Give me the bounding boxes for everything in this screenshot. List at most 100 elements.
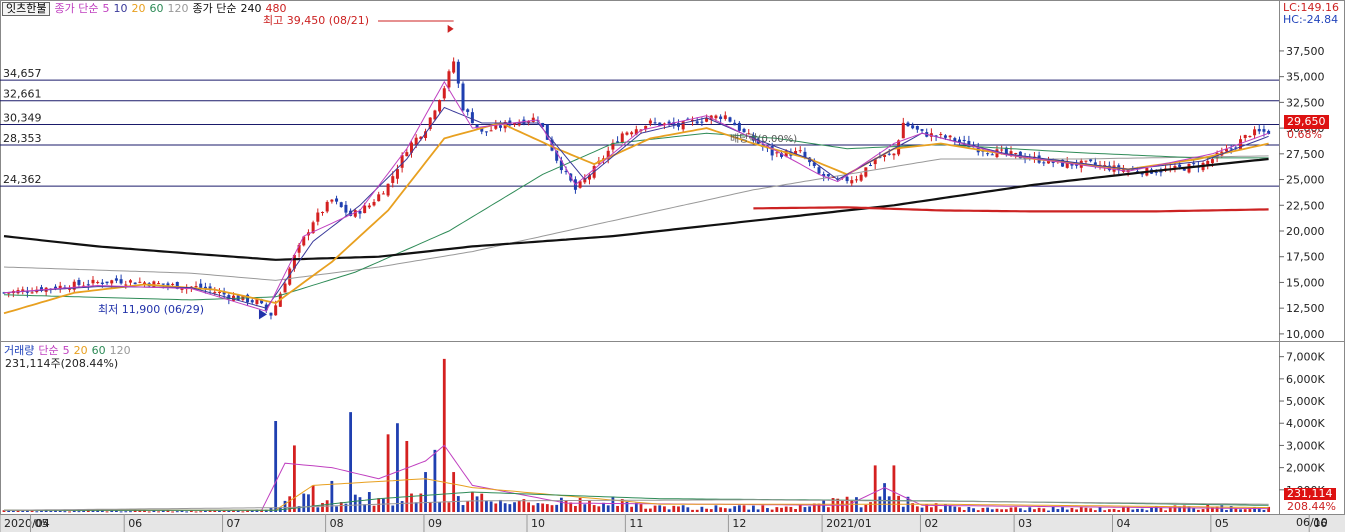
month-label: 2021/01 bbox=[826, 517, 872, 530]
candle-body bbox=[986, 153, 990, 155]
volume-bar bbox=[105, 511, 109, 513]
candle-body bbox=[695, 121, 699, 124]
ma-line-120 bbox=[3, 155, 1269, 281]
candle-body bbox=[321, 212, 324, 214]
volume-bar bbox=[976, 510, 980, 512]
volume-bar bbox=[784, 506, 788, 512]
volume-bar bbox=[494, 503, 498, 512]
volume-bar bbox=[569, 502, 573, 512]
volume-bar bbox=[606, 505, 610, 512]
candle-body bbox=[733, 122, 737, 126]
volume-bar bbox=[1014, 507, 1018, 512]
volume-bar bbox=[850, 499, 854, 512]
candle-body bbox=[920, 129, 924, 131]
stock-name-button[interactable]: 잇츠한불 bbox=[2, 2, 51, 16]
volume-bar bbox=[236, 510, 240, 512]
volume-bar bbox=[68, 511, 71, 513]
volume-bar bbox=[644, 508, 648, 512]
candle-body bbox=[1182, 168, 1186, 171]
volume-legend: 거래량 단순 5 20 60 120 bbox=[4, 345, 131, 357]
current-volume-text: 231,114주(208.44%) bbox=[5, 357, 119, 370]
candle-body bbox=[199, 283, 203, 288]
level-label: 34,657 bbox=[3, 67, 42, 80]
volume-bar bbox=[489, 501, 493, 512]
ma-line-20 bbox=[3, 122, 1269, 315]
volume-bar bbox=[175, 511, 179, 513]
month-label: 05 bbox=[35, 517, 49, 530]
volume-bar bbox=[719, 507, 723, 512]
ma-5-label: 5 bbox=[102, 2, 110, 15]
high-annotation: 최고 39,450 (08/21) bbox=[263, 14, 370, 27]
volume-bar bbox=[157, 511, 160, 513]
current-volume-box: 231,114 bbox=[1284, 488, 1336, 500]
candle-body bbox=[911, 125, 915, 129]
candle-body bbox=[770, 146, 774, 156]
volume-bar bbox=[775, 507, 779, 512]
volume-bar bbox=[171, 511, 175, 513]
volume-bar bbox=[1047, 510, 1050, 512]
price-tick-label: 15,000 bbox=[1286, 276, 1325, 289]
volume-tick-label: 3,000K bbox=[1286, 439, 1325, 452]
volume-bar bbox=[466, 501, 470, 512]
price-tick-label: 20,000 bbox=[1286, 225, 1325, 238]
candle-body bbox=[77, 279, 81, 285]
volume-bar bbox=[447, 502, 451, 512]
candle-body bbox=[400, 155, 404, 168]
volume-bar bbox=[367, 492, 371, 512]
volume-bar bbox=[550, 505, 554, 512]
month-label: 08 bbox=[330, 517, 344, 530]
month-label: 04 bbox=[1116, 517, 1130, 530]
candles-group bbox=[2, 57, 1271, 320]
candle-body bbox=[213, 292, 217, 294]
candle-body bbox=[1154, 171, 1158, 173]
candle-body bbox=[166, 283, 170, 286]
level-label: 32,661 bbox=[3, 88, 42, 101]
volume-legend-title: 거래량 bbox=[4, 344, 35, 357]
candle-body bbox=[330, 199, 334, 202]
candle-body bbox=[1229, 148, 1233, 150]
candle-body bbox=[438, 100, 442, 112]
volume-bar bbox=[915, 506, 919, 512]
volume-bar bbox=[400, 501, 404, 512]
low-annotation: 최저 11,900 (06/29) bbox=[98, 303, 205, 316]
volume-bar bbox=[1084, 507, 1088, 512]
volume-bar bbox=[1070, 507, 1074, 512]
volume-bar bbox=[536, 503, 540, 512]
dividend-annotation: 배당락(0.00%) bbox=[730, 134, 798, 145]
volume-bar bbox=[241, 511, 245, 513]
candle-body bbox=[456, 61, 460, 84]
volume-bar bbox=[1079, 507, 1083, 512]
volume-bar bbox=[283, 500, 287, 512]
volume-bar bbox=[1136, 508, 1139, 512]
volume-bar bbox=[1140, 508, 1144, 512]
candle-body bbox=[86, 284, 90, 286]
volume-bar bbox=[1061, 507, 1064, 512]
volume-bar bbox=[859, 507, 863, 512]
candle-body bbox=[962, 139, 966, 142]
candle-body bbox=[775, 152, 779, 154]
volume-bar bbox=[213, 510, 217, 512]
volume-bar bbox=[953, 506, 957, 512]
volume-bar bbox=[995, 508, 999, 512]
candle-body bbox=[442, 88, 446, 99]
volume-bar bbox=[1117, 510, 1121, 512]
candle-body bbox=[1089, 159, 1093, 162]
vol-ma-60-label: 60 bbox=[91, 344, 106, 357]
candle-body bbox=[625, 132, 629, 135]
candle-body bbox=[498, 125, 502, 128]
candle-body bbox=[91, 279, 95, 284]
candle-body bbox=[217, 291, 221, 293]
price-tick-label: 12,500 bbox=[1286, 302, 1325, 315]
ma-line-10 bbox=[3, 106, 1269, 309]
candle-body bbox=[943, 135, 947, 138]
volume-bar bbox=[574, 505, 577, 512]
candle-body bbox=[133, 282, 137, 285]
volume-bar bbox=[1051, 506, 1055, 512]
candle-body bbox=[405, 152, 409, 157]
volume-bar bbox=[49, 511, 53, 513]
volume-bar bbox=[274, 421, 278, 512]
volume-bar bbox=[1000, 509, 1004, 512]
candle-body bbox=[128, 280, 132, 283]
volume-bar bbox=[72, 510, 76, 512]
candle-body bbox=[1084, 160, 1088, 162]
